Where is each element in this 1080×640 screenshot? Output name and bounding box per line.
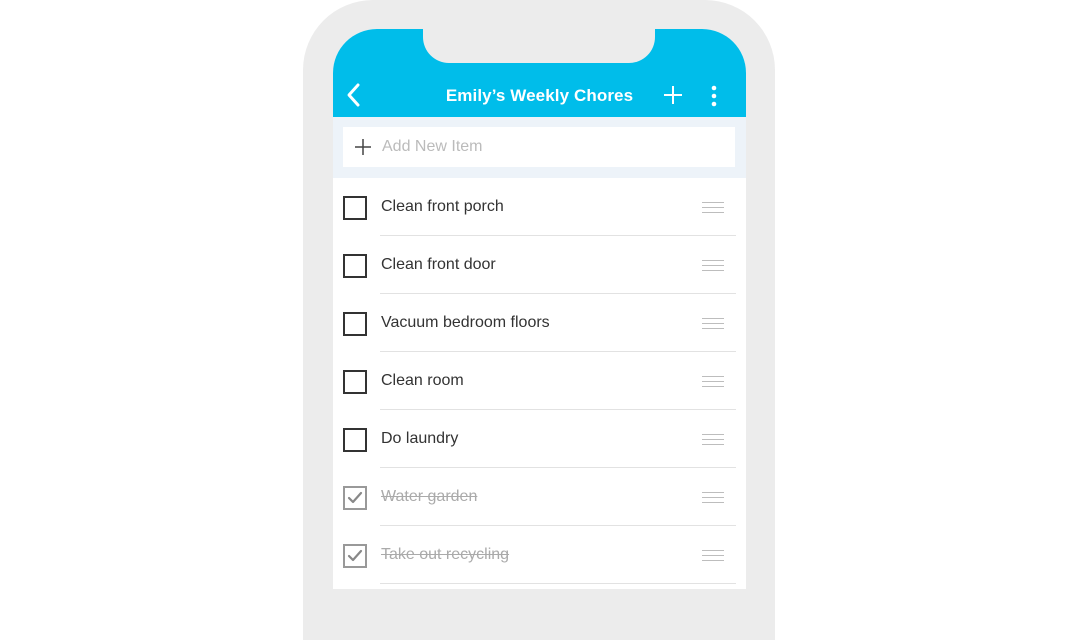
list-item[interactable]: Vacuum bedroom floors <box>333 294 746 352</box>
plus-icon <box>355 139 371 155</box>
app-header: Emily’s Weekly Chores <box>333 29 746 117</box>
list-item[interactable]: Clean front door <box>333 236 746 294</box>
drag-handle-icon[interactable] <box>702 434 724 445</box>
list-item[interactable]: Take out recycling <box>333 526 746 584</box>
more-options-button[interactable] <box>707 84 721 108</box>
checkbox[interactable] <box>343 196 367 220</box>
checkmark-icon <box>347 491 363 504</box>
plus-icon <box>664 86 682 104</box>
item-label: Vacuum bedroom floors <box>381 314 550 331</box>
checkmark-icon <box>347 549 363 562</box>
item-label: Clean front porch <box>381 198 504 215</box>
add-item-bar <box>333 117 746 178</box>
add-item-field[interactable] <box>343 127 735 167</box>
phone-notch <box>423 29 655 63</box>
phone-screen: Emily’s Weekly Chores Clean front porchC… <box>333 29 746 589</box>
item-label: Clean front door <box>381 256 496 273</box>
drag-handle-icon[interactable] <box>702 202 724 213</box>
add-item-input[interactable] <box>382 138 702 156</box>
list-item[interactable]: Clean room <box>333 352 746 410</box>
divider <box>380 583 736 584</box>
list-item[interactable]: Clean front porch <box>333 178 746 236</box>
checkbox[interactable] <box>343 312 367 336</box>
drag-handle-icon[interactable] <box>702 492 724 503</box>
checkbox[interactable] <box>343 544 367 568</box>
drag-handle-icon[interactable] <box>702 260 724 271</box>
item-label: Clean room <box>381 372 464 389</box>
checkbox[interactable] <box>343 428 367 452</box>
list-item[interactable]: Water garden <box>333 468 746 526</box>
drag-handle-icon[interactable] <box>702 376 724 387</box>
drag-handle-icon[interactable] <box>702 318 724 329</box>
item-label: Do laundry <box>381 430 459 447</box>
checkbox[interactable] <box>343 254 367 278</box>
chore-list: Clean front porch Clean front door Vacuum … <box>333 178 746 584</box>
add-button[interactable] <box>661 83 685 107</box>
item-label: Water garden <box>381 488 478 505</box>
item-label: Take out recycling <box>381 546 510 563</box>
checkbox[interactable] <box>343 370 367 394</box>
more-vertical-icon <box>711 85 717 107</box>
list-item[interactable]: Do laundry <box>333 410 746 468</box>
checkbox[interactable] <box>343 486 367 510</box>
drag-handle-icon[interactable] <box>702 550 724 561</box>
